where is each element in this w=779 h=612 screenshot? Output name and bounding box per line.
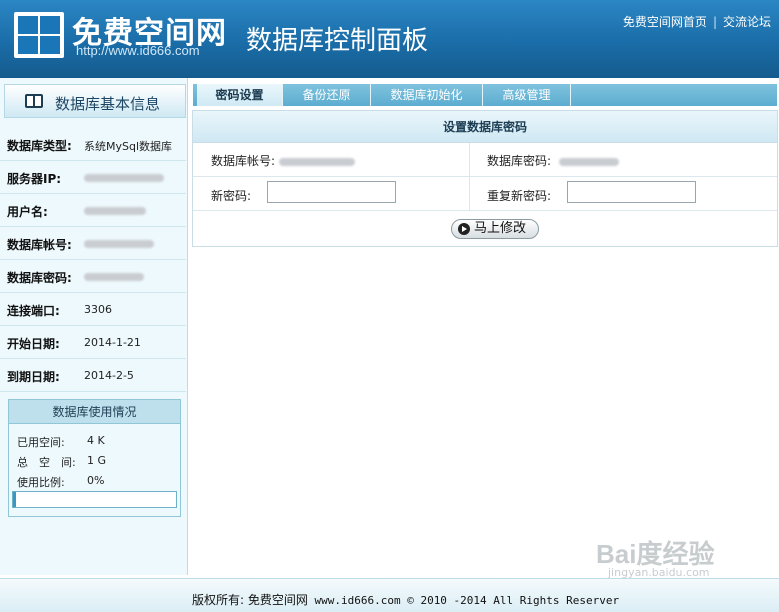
watermark: Bai度经验 jingyan.baidu.com (588, 530, 768, 580)
account-value-redacted (279, 154, 355, 168)
password-label: 数据库密码: (487, 154, 552, 168)
submit-button[interactable]: 马上修改 (451, 219, 539, 239)
usage-ratio-value: 0% (87, 474, 105, 487)
info-value: 2014-2-5 (84, 369, 134, 382)
info-value-redacted (84, 237, 154, 250)
tab-backup-restore[interactable]: 备份还原 (283, 84, 371, 106)
footer-prefix: 版权所有: 免费空间网 (192, 593, 308, 607)
usage-used-value: 4 K (87, 434, 105, 447)
top-links: 免费空间网首页 | 交流论坛 (623, 13, 771, 30)
repeat-password-input[interactable] (567, 181, 696, 203)
book-icon (25, 94, 43, 108)
forum-link[interactable]: 交流论坛 (723, 15, 771, 29)
info-row-db-password: 数据库密码: (0, 260, 186, 293)
info-label: 开始日期: (7, 337, 60, 351)
info-label: 数据库类型: (7, 139, 72, 153)
info-label: 数据库帐号: (7, 238, 72, 252)
usage-progress-bar (12, 491, 177, 508)
tab-bar: 密码设置 备份还原 数据库初始化 高级管理 (193, 84, 777, 106)
form-divider (469, 143, 470, 210)
info-row-username: 用户名: (0, 194, 186, 227)
repeat-password-label: 重复新密码: (487, 189, 552, 203)
info-label: 数据库密码: (7, 271, 72, 285)
usage-progress-fill (13, 492, 16, 507)
info-row-port: 连接端口: 3306 (0, 293, 186, 326)
tab-db-initialize[interactable]: 数据库初始化 (371, 84, 483, 106)
sidebar-title: 数据库基本信息 (55, 95, 161, 113)
logo-icon (14, 12, 64, 58)
sidebar-header: 数据库基本信息 (4, 84, 186, 118)
submit-label: 马上修改 (474, 221, 527, 236)
info-row-db-account: 数据库帐号: (0, 227, 186, 260)
new-password-label: 新密码: (211, 189, 252, 203)
usage-title: 数据库使用情况 (9, 400, 180, 424)
usage-used-label: 已用空间: (17, 436, 65, 449)
info-row-server-ip: 服务器IP: (0, 161, 186, 194)
usage-ratio-label: 使用比例: (17, 476, 65, 489)
footer: 版权所有: 免费空间网 www.id666.com © 2010 -2014 A… (0, 578, 779, 612)
info-label: 用户名: (7, 205, 48, 219)
form-title: 设置数据库密码 (193, 111, 777, 143)
usage-total-value: 1 G (87, 454, 107, 467)
info-label: 到期日期: (7, 370, 60, 384)
usage-box: 数据库使用情况 已用空间: 4 K 总 空 间: 1 G 使用比例: 0% (8, 399, 181, 517)
info-value-redacted (84, 171, 164, 184)
link-separator: | (712, 15, 717, 29)
info-row-end-date: 到期日期: 2014-2-5 (0, 359, 186, 392)
header: 免费空间网 http://www.id666.com 数据库控制面板 免费空间网… (0, 0, 779, 78)
tab-advanced-management[interactable]: 高级管理 (483, 84, 571, 106)
usage-used: 已用空间: 4 K (17, 434, 105, 450)
usage-total-label: 总 空 间: (17, 456, 76, 469)
info-value-redacted (84, 204, 146, 217)
site-url: http://www.id666.com (76, 43, 200, 58)
info-value: 2014-1-21 (84, 336, 141, 349)
home-link[interactable]: 免费空间网首页 (623, 15, 707, 29)
password-value-redacted (559, 154, 619, 168)
usage-total: 总 空 间: 1 G (17, 454, 106, 470)
info-value: 3306 (84, 303, 112, 316)
tab-password-settings[interactable]: 密码设置 (197, 84, 283, 106)
usage-ratio: 使用比例: 0% (17, 474, 104, 490)
password-form: 设置数据库密码 数据库帐号: 数据库密码: 新密码: 重复新密码: 马上修改 (192, 110, 778, 247)
info-row-db-type: 数据库类型: 系统MySql数据库 (0, 128, 186, 161)
footer-copyright: www.id666.com © 2010 -2014 All Rights Re… (307, 594, 620, 607)
info-row-start-date: 开始日期: 2014-1-21 (0, 326, 186, 359)
panel-title: 数据库控制面板 (246, 26, 429, 56)
sidebar: 数据库基本信息 数据库类型: 系统MySql数据库 服务器IP: 用户名: 数据… (0, 78, 188, 575)
info-value: 系统MySql数据库 (84, 140, 173, 153)
info-label: 连接端口: (7, 304, 60, 318)
info-label: 服务器IP: (7, 172, 62, 186)
account-label: 数据库帐号: (211, 154, 276, 168)
info-value-redacted (84, 270, 144, 283)
footer-text: 版权所有: 免费空间网 www.id666.com © 2010 -2014 A… (192, 591, 619, 608)
play-icon (458, 223, 470, 235)
new-password-input[interactable] (267, 181, 396, 203)
